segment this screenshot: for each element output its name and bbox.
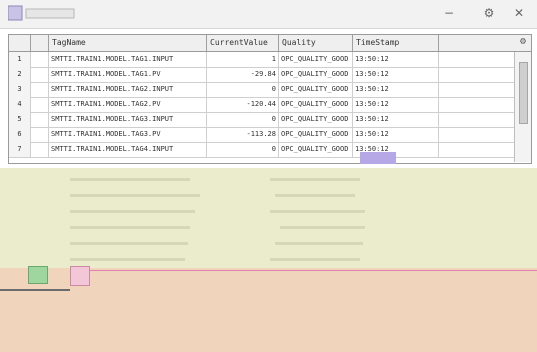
cell-idx[interactable]: 5 <box>9 112 31 127</box>
table-row[interactable]: 2 SMTTI.TRAIN1.MODEL.TAG1.PV -29.84 OPC_QUA… <box>9 67 531 83</box>
divider <box>0 289 70 291</box>
cell-time-stamp[interactable]: 13:50:12 <box>353 67 439 82</box>
row-select-cell[interactable] <box>31 82 49 97</box>
table-row[interactable]: 1 SMTTI.TRAIN1.MODEL.TAG1.INPUT 1 OPC_QUALI… <box>9 52 531 68</box>
cell-tagname[interactable]: SMTTI.TRAIN1.MODEL.TAG3.INPUT <box>49 112 207 127</box>
cell-current-value[interactable]: 0 <box>207 142 279 157</box>
title-bar: − ⚙ ✕ <box>0 0 537 29</box>
gear-icon[interactable]: ⚙ <box>480 6 498 20</box>
divider <box>90 270 537 271</box>
cell-tagname[interactable]: SMTTI.TRAIN1.MODEL.TAG1.PV <box>49 67 207 82</box>
thumbnail-icon[interactable] <box>28 266 48 284</box>
row-select-cell[interactable] <box>31 142 49 157</box>
cell-current-value[interactable]: 1 <box>207 52 279 67</box>
grid-settings-icon[interactable]: ⚙ <box>517 36 529 48</box>
cell-time-stamp[interactable]: 13:50:12 <box>353 97 439 112</box>
cell-idx[interactable]: 7 <box>9 142 31 157</box>
cell-current-value[interactable]: 0 <box>207 82 279 97</box>
row-select-cell[interactable] <box>31 52 49 67</box>
cell-tagname[interactable]: SMTTI.TRAIN1.MODEL.TAG1.INPUT <box>49 52 207 67</box>
app-logo-icon <box>8 5 75 21</box>
column-header-current-value[interactable]: CurrentValue <box>207 35 279 51</box>
column-header-tagname[interactable]: TagName <box>49 35 207 51</box>
cell-tagname[interactable]: SMTTI.TRAIN1.MODEL.TAG2.PV <box>49 97 207 112</box>
cell-idx[interactable]: 2 <box>9 67 31 82</box>
close-icon[interactable]: ✕ <box>510 6 528 20</box>
cell-time-stamp[interactable]: 13:50:12 <box>353 127 439 142</box>
row-select-cell[interactable] <box>31 67 49 82</box>
cell-idx[interactable]: 4 <box>9 97 31 112</box>
scrollbar-thumb[interactable] <box>519 62 528 124</box>
table-row[interactable]: 4 SMTTI.TRAIN1.MODEL.TAG2.PV -120.44 OPC_QU… <box>9 97 531 113</box>
header-index <box>9 35 31 51</box>
cell-current-value[interactable]: -29.84 <box>207 67 279 82</box>
cell-tagname[interactable]: SMTTI.TRAIN1.MODEL.TAG4.INPUT <box>49 142 207 157</box>
background-region-yellow <box>0 168 537 268</box>
minimize-icon[interactable]: − <box>440 6 458 20</box>
cell-quality[interactable]: OPC_QUALITY_GOOD <box>279 97 353 112</box>
thumbnail-icon[interactable] <box>70 266 90 286</box>
cell-idx[interactable]: 3 <box>9 82 31 97</box>
column-header-timestamp[interactable]: TimeStamp <box>353 35 439 51</box>
table-row[interactable]: 3 SMTTI.TRAIN1.MODEL.TAG2.INPUT 0 OPC_QUALI… <box>9 82 531 98</box>
cell-current-value[interactable]: 0 <box>207 112 279 127</box>
tag-data-grid[interactable]: TagName CurrentValue Quality TimeStamp ⚙… <box>8 34 532 164</box>
cell-idx[interactable]: 6 <box>9 127 31 142</box>
vertical-scrollbar[interactable] <box>514 52 531 162</box>
cell-time-stamp[interactable]: 13:50:12 <box>353 52 439 67</box>
cell-current-value[interactable]: -113.28 <box>207 127 279 142</box>
row-select-cell[interactable] <box>31 112 49 127</box>
cell-quality[interactable]: OPC_QUALITY_GOOD <box>279 142 353 157</box>
table-row[interactable]: 5 SMTTI.TRAIN1.MODEL.TAG3.INPUT 0 OPC_QUALI… <box>9 112 531 128</box>
cell-quality[interactable]: OPC_QUALITY_GOOD <box>279 52 353 67</box>
cell-quality[interactable]: OPC_QUALITY_GOOD <box>279 67 353 82</box>
cell-tagname[interactable]: SMTTI.TRAIN1.MODEL.TAG2.INPUT <box>49 82 207 97</box>
row-select-cell[interactable] <box>31 127 49 142</box>
table-row[interactable]: 7 SMTTI.TRAIN1.MODEL.TAG4.INPUT 0 OPC_QUALI… <box>9 142 531 158</box>
cell-quality[interactable]: OPC_QUALITY_GOOD <box>279 127 353 142</box>
cell-tagname[interactable]: SMTTI.TRAIN1.MODEL.TAG3.PV <box>49 127 207 142</box>
column-header-quality[interactable]: Quality <box>279 35 353 51</box>
cell-time-stamp[interactable]: 13:50:12 <box>353 112 439 127</box>
row-select-cell[interactable] <box>31 97 49 112</box>
cell-quality[interactable]: OPC_QUALITY_GOOD <box>279 82 353 97</box>
selection-highlight <box>360 152 396 164</box>
cell-time-stamp[interactable]: 13:50:12 <box>353 82 439 97</box>
cell-current-value[interactable]: -120.44 <box>207 97 279 112</box>
table-row[interactable]: 6 SMTTI.TRAIN1.MODEL.TAG3.PV -113.28 OPC_QU… <box>9 127 531 143</box>
cell-idx[interactable]: 1 <box>9 52 31 67</box>
cell-quality[interactable]: OPC_QUALITY_GOOD <box>279 112 353 127</box>
header-select <box>31 35 49 51</box>
grid-header: TagName CurrentValue Quality TimeStamp ⚙ <box>9 35 531 52</box>
